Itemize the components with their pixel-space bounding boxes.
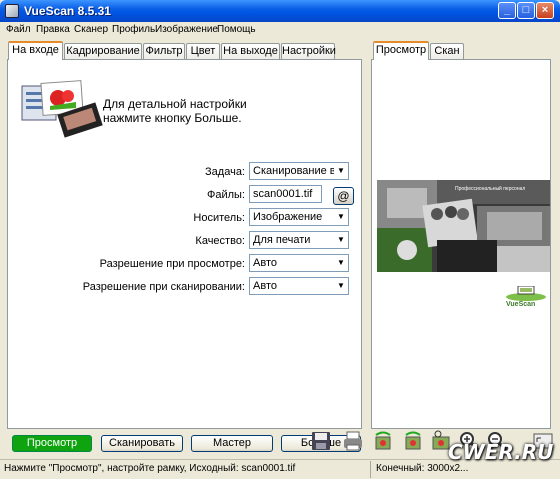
menu-image[interactable]: Изображение <box>155 24 218 35</box>
preview-collage <box>377 180 550 272</box>
hint-line-2: нажмите кнопку Больше. <box>103 111 242 125</box>
tab-color[interactable]: Цвет <box>186 43 220 60</box>
media-select[interactable]: Изображение ▼ <box>249 208 349 226</box>
chevron-down-icon: ▼ <box>334 209 348 225</box>
scan-button[interactable]: Сканировать <box>101 435 183 452</box>
media-value: Изображение <box>253 211 323 223</box>
tab-filter[interactable]: Фильтр <box>143 43 185 60</box>
tab-settings[interactable]: Настройки <box>281 43 336 60</box>
save-icon[interactable] <box>310 430 332 452</box>
preview-image[interactable]: Профессиональный персонал <box>377 180 550 272</box>
preview-resolution-label: Разрешение при просмотре: <box>99 258 245 270</box>
preview-panel[interactable]: Профессиональный персонал VueScan <box>371 59 551 429</box>
menu-edit[interactable]: Правка <box>36 24 70 35</box>
task-select[interactable]: Сканирование в ф ▼ <box>249 162 349 180</box>
scan-resolution-label: Разрешение при сканировании: <box>82 281 245 293</box>
print-icon[interactable] <box>342 430 364 452</box>
rotate-left-icon[interactable] <box>372 430 394 452</box>
files-value: scan0001.tif <box>253 188 313 200</box>
chevron-down-icon: ▼ <box>334 163 348 179</box>
tab-crop[interactable]: Кадрирование <box>64 43 142 60</box>
quality-value: Для печати <box>253 234 311 246</box>
scanner-photo-icon <box>21 80 103 138</box>
preview-resolution-value: Авто <box>253 257 277 269</box>
preview-banner-text: Профессиональный персонал <box>455 186 526 192</box>
input-panel: Для детальной настройки нажмите кнопку Б… <box>7 59 362 429</box>
chevron-down-icon: ▼ <box>334 255 348 271</box>
menu-scanner[interactable]: Сканер <box>74 24 108 35</box>
tab-preview[interactable]: Просмотр <box>373 41 429 60</box>
title-bar[interactable]: VueScan 8.5.31 _ □ × <box>0 0 560 22</box>
minimize-button[interactable]: _ <box>498 2 516 19</box>
menu-file[interactable]: Файл <box>6 24 31 35</box>
quality-label: Качество: <box>195 235 245 247</box>
preview-button[interactable]: Просмотр <box>12 435 92 452</box>
app-icon <box>5 4 19 18</box>
tab-output[interactable]: На выходе <box>221 43 280 60</box>
files-label: Файлы: <box>206 189 245 201</box>
media-label: Носитель: <box>193 212 245 224</box>
preview-resolution-select[interactable]: Авто ▼ <box>249 254 349 272</box>
scan-resolution-select[interactable]: Авто ▼ <box>249 277 349 295</box>
vuescan-logo-text: VueScan <box>506 301 536 308</box>
close-button[interactable]: × <box>536 2 554 19</box>
task-label: Задача: <box>205 166 245 178</box>
tab-input[interactable]: На входе <box>8 41 63 60</box>
vuescan-logo: VueScan <box>504 285 548 312</box>
vuescan-logo-graphic <box>506 285 546 301</box>
maximize-button[interactable]: □ <box>517 2 535 19</box>
hint-line-1: Для детальной настройки <box>103 97 247 111</box>
chevron-down-icon: ▼ <box>334 232 348 248</box>
menu-profile[interactable]: Профиль <box>112 24 155 35</box>
rotate-right-icon[interactable] <box>402 430 424 452</box>
menu-bar: Файл Правка Сканер Профиль Изображение П… <box>0 22 560 38</box>
tab-scan[interactable]: Скан <box>430 43 464 60</box>
wizard-button[interactable]: Мастер <box>191 435 273 452</box>
scan-resolution-value: Авто <box>253 280 277 292</box>
chevron-down-icon: ▼ <box>334 278 348 294</box>
watermark: CWER.RU <box>448 440 554 464</box>
status-output-info: Конечный: 3000x2... <box>376 463 469 474</box>
status-separator <box>370 461 371 478</box>
files-name-button[interactable]: @ <box>333 187 354 205</box>
menu-help[interactable]: Помощь <box>217 24 256 35</box>
hint-text: Для детальной настройки нажмите кнопку Б… <box>103 97 247 125</box>
quality-select[interactable]: Для печати ▼ <box>249 231 349 249</box>
files-input[interactable]: scan0001.tif <box>249 185 322 203</box>
window-title: VueScan 8.5.31 <box>24 4 111 18</box>
status-message: Нажмите "Просмотр", настройте рамку, Исх… <box>4 463 296 474</box>
